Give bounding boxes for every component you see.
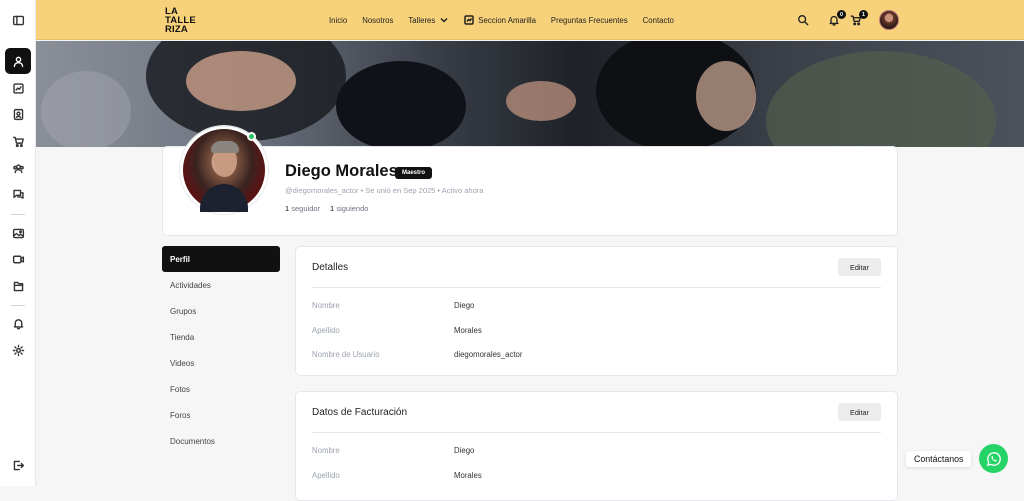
notifications-count-badge: 0 bbox=[837, 10, 846, 19]
tab-actividades[interactable]: Actividades bbox=[162, 272, 280, 298]
detail-row: Nombre Diego bbox=[312, 301, 474, 310]
followers-label: seguidor bbox=[291, 204, 321, 213]
detail-value: Morales bbox=[454, 326, 482, 335]
sidebar-divider bbox=[11, 214, 25, 215]
tab-documentos[interactable]: Documentos bbox=[162, 428, 280, 454]
profile-header-card bbox=[162, 146, 898, 236]
cart-count-badge: 1 bbox=[859, 10, 868, 19]
card-divider bbox=[312, 432, 881, 433]
following-label: siguiendo bbox=[336, 204, 369, 213]
whatsapp-icon bbox=[986, 451, 1001, 466]
panel-toggle-icon[interactable] bbox=[5, 7, 31, 33]
billing-row: Nombre Diego bbox=[312, 446, 474, 455]
profile-name: Diego Morales bbox=[285, 162, 398, 180]
groups-icon[interactable] bbox=[5, 155, 31, 181]
tab-grupos[interactable]: Grupos bbox=[162, 298, 280, 324]
yellow-pages-icon bbox=[464, 15, 475, 25]
avatar-suit bbox=[200, 184, 248, 212]
followers-count: 1 bbox=[285, 204, 290, 213]
search-icon[interactable] bbox=[797, 13, 811, 27]
nav-item-nosotros[interactable]: Nosotros bbox=[362, 16, 393, 25]
tab-videos[interactable]: Videos bbox=[162, 350, 280, 376]
detail-value: diegomorales_actor bbox=[454, 350, 523, 359]
settings-icon[interactable] bbox=[5, 337, 31, 363]
nav-item-preguntas-frecuentes[interactable]: Preguntas Frecuentes bbox=[551, 16, 628, 25]
detail-label: Nombre bbox=[312, 301, 340, 310]
avatar-hair bbox=[211, 141, 239, 153]
sidebar-divider bbox=[11, 305, 25, 306]
bell-icon[interactable] bbox=[5, 310, 31, 336]
photos-icon[interactable] bbox=[5, 220, 31, 246]
top-navigation-bar: LA TALLE RIZA Inicio Nosotros Talleres S… bbox=[36, 0, 1024, 40]
forums-icon[interactable] bbox=[5, 181, 31, 207]
left-sidebar bbox=[0, 0, 36, 486]
billing-value: Diego bbox=[454, 446, 475, 455]
videos-icon[interactable] bbox=[5, 246, 31, 272]
billing-row: Apellido Morales bbox=[312, 471, 482, 480]
tab-tienda[interactable]: Tienda bbox=[162, 324, 280, 350]
nav-item-seccion-amarilla[interactable]: Seccion Amarilla bbox=[464, 15, 536, 25]
chevron-down-icon bbox=[440, 17, 448, 23]
cart-icon[interactable] bbox=[5, 128, 31, 154]
notifications-button[interactable]: 0 bbox=[828, 10, 846, 27]
billing-label: Apellido bbox=[312, 471, 340, 480]
nav-item-inicio[interactable]: Inicio bbox=[329, 16, 347, 25]
billing-label: Nombre bbox=[312, 446, 340, 455]
nav-item-contacto[interactable]: Contacto bbox=[643, 16, 674, 25]
cart-button[interactable]: 1 bbox=[850, 10, 868, 27]
billing-value: Morales bbox=[454, 471, 482, 480]
tab-foros[interactable]: Foros bbox=[162, 402, 280, 428]
members-icon[interactable] bbox=[5, 101, 31, 127]
details-title: Detalles bbox=[312, 262, 349, 273]
brand-logo[interactable]: LA TALLE RIZA bbox=[165, 7, 196, 35]
details-edit-button[interactable]: Editar bbox=[838, 258, 881, 276]
role-badge: Maestro bbox=[395, 167, 433, 179]
documents-icon[interactable] bbox=[5, 273, 31, 299]
billing-edit-button[interactable]: Editar bbox=[838, 403, 881, 421]
nav-item-seccion-amarilla-label: Seccion Amarilla bbox=[478, 15, 536, 25]
detail-label: Nombre de Usuario bbox=[312, 350, 380, 359]
detail-value: Diego bbox=[454, 301, 475, 310]
nav-item-talleres[interactable]: Talleres bbox=[408, 15, 449, 25]
user-avatar[interactable] bbox=[879, 10, 899, 30]
profile-meta: @diegomorales_actor • Se unió en Sep 202… bbox=[285, 186, 484, 195]
activity-icon[interactable] bbox=[5, 75, 31, 101]
whatsapp-button[interactable] bbox=[979, 444, 1008, 473]
contact-label[interactable]: Contáctanos bbox=[906, 451, 972, 467]
billing-title: Datos de Facturación bbox=[312, 407, 408, 418]
profile-tabs: Perfil Actividades Grupos Tienda Videos … bbox=[162, 246, 280, 454]
logout-icon[interactable] bbox=[5, 452, 31, 478]
following-link[interactable]: 1 siguiendo bbox=[330, 204, 368, 213]
details-card: Detalles Editar Nombre Diego Apellido Mora… bbox=[295, 246, 898, 376]
profile-icon[interactable] bbox=[5, 48, 31, 74]
main-nav: Inicio Nosotros Talleres Seccion Amarill… bbox=[329, 0, 674, 40]
card-divider bbox=[312, 287, 881, 288]
billing-card: Datos de Facturación Editar Nombre Diego … bbox=[295, 391, 898, 501]
detail-label: Apellido bbox=[312, 326, 340, 335]
online-status-indicator bbox=[247, 132, 256, 141]
followers-link[interactable]: 1 seguidor bbox=[285, 204, 320, 213]
tab-perfil[interactable]: Perfil bbox=[162, 246, 280, 272]
following-count: 1 bbox=[330, 204, 335, 213]
tab-fotos[interactable]: Fotos bbox=[162, 376, 280, 402]
profile-cover-photo bbox=[36, 41, 1024, 147]
detail-row: Apellido Morales bbox=[312, 326, 482, 335]
nav-item-talleres-label: Talleres bbox=[408, 15, 436, 25]
follow-stats: 1 seguidor 1 siguiendo bbox=[285, 204, 368, 213]
detail-row: Nombre de Usuario diegomorales_actor bbox=[312, 350, 522, 359]
